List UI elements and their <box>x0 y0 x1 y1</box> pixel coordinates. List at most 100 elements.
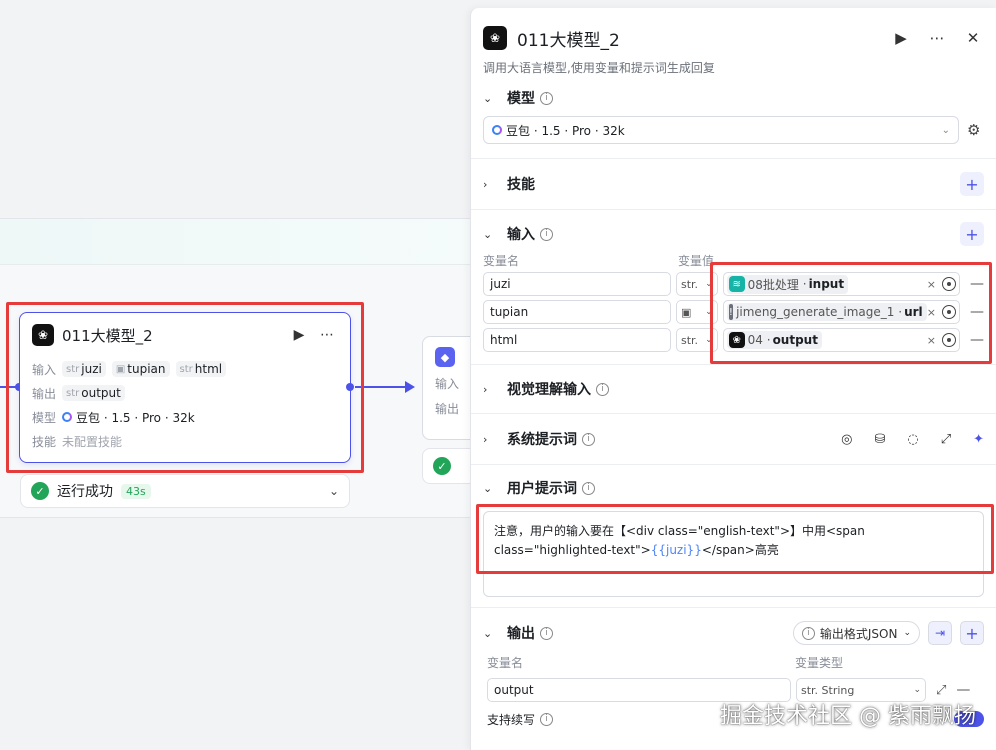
lightbulb-icon[interactable]: ◌ <box>907 432 918 447</box>
import-icon[interactable]: ⇥ <box>928 621 952 645</box>
node-config-panel: ❀ 011大模型_2 ▶ ⋯ ✕ 调用大语言模型,使用变量和提示词生成回复 ⌄ … <box>470 8 996 750</box>
run-icon[interactable]: ▶ <box>288 327 310 343</box>
chevron-down-icon[interactable]: ⌄ <box>483 482 501 495</box>
run-status-bar[interactable]: ✓ 运行成功 43s ⌄ <box>20 474 350 508</box>
var-value-field[interactable]: ❀ 04 · output × <box>722 328 960 352</box>
cube-icon: ◆ <box>435 347 455 367</box>
section-title: 模型 <box>507 91 535 107</box>
output-label: 输出 <box>32 386 57 401</box>
clear-icon[interactable]: × <box>927 334 936 347</box>
chevron-down-icon[interactable]: ⌄ <box>329 484 339 498</box>
add-skill-button[interactable]: + <box>960 172 984 196</box>
var-ref: ❀ 04 · output <box>726 331 822 349</box>
section-title: 视觉理解输入 <box>507 382 591 398</box>
chevron-right-icon[interactable]: › <box>483 178 501 191</box>
skill-label: 技能 <box>32 434 57 449</box>
output-port[interactable] <box>346 383 354 391</box>
input-chip: str juzi <box>62 361 106 377</box>
remove-input-button[interactable]: — <box>970 304 984 320</box>
success-icon: ✓ <box>433 457 451 475</box>
system-prompt-section: › 系统提示词 i ◎ ⛁ ◌ ⤢ ✦ <box>471 414 996 465</box>
library-icon[interactable]: ⛁ <box>874 432 885 447</box>
target-icon[interactable] <box>942 305 956 319</box>
var-type-select[interactable]: str. ⌄ <box>676 328 718 352</box>
add-input-button[interactable]: + <box>960 222 984 246</box>
gear-icon[interactable]: ⚙ <box>967 121 980 139</box>
var-value-field[interactable]: ≋ 08批处理 · input × <box>722 272 960 296</box>
chevron-down-icon: ⌄ <box>941 124 950 136</box>
batch-header <box>0 219 470 265</box>
time-badge: 43s <box>121 483 151 499</box>
doubao-icon <box>62 412 72 422</box>
batch-icon: ≋ <box>728 276 745 292</box>
next-node[interactable]: ◆ 输入 输出 <box>422 336 470 440</box>
user-prompt-editor[interactable]: 注意，用户的输入要在【<div class="english-text">】中用… <box>483 511 984 597</box>
vision-section: › 视觉理解输入 i <box>471 365 996 414</box>
model-select[interactable]: 豆包 · 1.5 · Pro · 32k ⌄ <box>483 116 959 144</box>
col-head-type: 变量类型 <box>795 656 844 670</box>
success-icon: ✓ <box>31 482 49 500</box>
info-icon: i <box>540 712 554 726</box>
var-name-field[interactable]: juzi <box>483 272 671 296</box>
streaming-label: 支持续写 <box>487 712 536 727</box>
next-input-label: 输入 <box>435 377 460 391</box>
node-title: 011大模型_2 <box>62 326 153 345</box>
compass-icon[interactable]: ◎ <box>841 432 852 447</box>
close-icon[interactable]: ✕ <box>962 29 984 47</box>
target-icon[interactable] <box>942 277 956 291</box>
input-row: tupian ▣ ⌄ ! jimeng_generate_image_1 · url… <box>483 298 984 326</box>
clear-icon[interactable]: × <box>927 306 936 319</box>
input-row: html str. ⌄ ❀ 04 · output × — <box>483 326 984 354</box>
chevron-down-icon[interactable]: ⌄ <box>483 627 501 640</box>
chevron-down-icon[interactable]: ⌄ <box>483 92 501 105</box>
section-title: 输出 <box>507 626 535 642</box>
output-format-select[interactable]: i 输出格式JSON ⌄ <box>792 621 920 645</box>
model-select-value: 豆包 · 1.5 · Pro · 32k <box>506 123 625 138</box>
image-icon: ▣ <box>681 305 692 319</box>
status-text: 运行成功 <box>57 484 113 500</box>
info-icon: i <box>540 91 553 105</box>
more-icon[interactable]: ⋯ <box>316 327 338 343</box>
expand-icon[interactable]: ⤢ <box>936 683 946 698</box>
prompt-variable: {{juzi}} <box>650 543 702 557</box>
chevron-right-icon[interactable]: › <box>483 383 501 396</box>
remove-input-button[interactable]: — <box>970 276 984 292</box>
input-chip: str html <box>175 361 227 377</box>
var-name-field[interactable]: html <box>483 328 671 352</box>
info-icon: i <box>540 227 553 241</box>
remove-output-button[interactable]: — <box>956 682 970 698</box>
model-value: 豆包 · 1.5 · Pro · 32k <box>76 410 195 425</box>
next-status-bar[interactable]: ✓ <box>422 448 470 484</box>
llm-logo-icon: ❀ <box>32 324 54 346</box>
skills-section: › 技能 + <box>471 159 996 210</box>
prompt-text: </span>高亮 <box>701 543 779 557</box>
input-row: juzi str. ⌄ ≋ 08批处理 · input × — <box>483 270 984 298</box>
col-head-value: 变量值 <box>678 254 715 268</box>
llm-node[interactable]: ❀ 011大模型_2 ▶ ⋯ 输入 str juzi ▣ tupian str htm… <box>19 312 351 463</box>
image-icon: ▣ <box>115 363 126 375</box>
var-type-select[interactable]: ▣ ⌄ <box>676 300 718 324</box>
llm-logo-icon: ❀ <box>483 26 507 50</box>
remove-input-button[interactable]: — <box>970 332 984 348</box>
var-name-field[interactable]: tupian <box>483 300 671 324</box>
expand-icon[interactable]: ⤢ <box>941 432 951 447</box>
clear-icon[interactable]: × <box>927 278 936 291</box>
run-icon[interactable]: ▶ <box>890 29 912 47</box>
info-icon: i <box>596 382 609 396</box>
workflow-canvas[interactable]: ❀ 011大模型_2 ▶ ⋯ 输入 str juzi ▣ tupian str htm… <box>0 0 470 750</box>
add-output-button[interactable]: + <box>960 621 984 645</box>
section-title: 技能 <box>507 177 535 193</box>
var-ref: ! jimeng_generate_image_1 · url <box>726 303 927 321</box>
llm-logo-icon: ❀ <box>728 332 745 348</box>
target-icon[interactable] <box>942 333 956 347</box>
section-title: 系统提示词 <box>507 432 577 448</box>
model-label: 模型 <box>32 410 57 425</box>
ai-sparkle-icon[interactable]: ✦ <box>973 432 984 447</box>
chevron-down-icon[interactable]: ⌄ <box>483 228 501 241</box>
watermark: 掘金技术社区 @ 紫雨飘扬 <box>720 704 976 729</box>
chevron-right-icon[interactable]: › <box>483 433 501 446</box>
var-value-field[interactable]: ! jimeng_generate_image_1 · url × <box>722 300 960 324</box>
col-head-name: 变量名 <box>487 656 524 670</box>
var-type-select[interactable]: str. ⌄ <box>676 272 718 296</box>
more-icon[interactable]: ⋯ <box>926 29 948 47</box>
